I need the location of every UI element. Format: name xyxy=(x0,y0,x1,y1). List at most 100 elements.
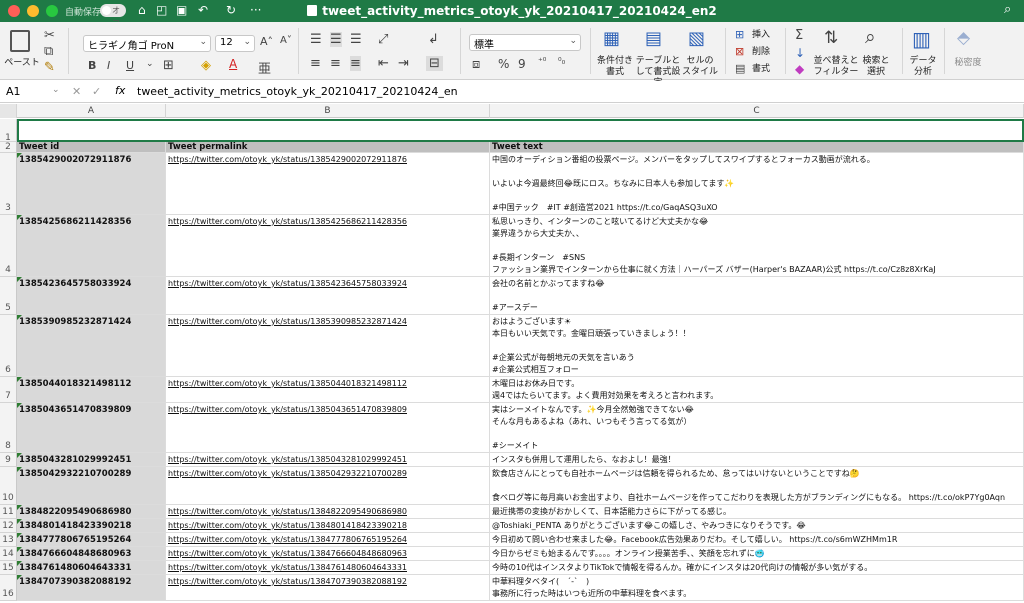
font-name-select[interactable]: ヒラギノ角ゴ ProN ⌄ xyxy=(83,35,211,52)
tweet-text-cell[interactable]: おはようございます☀ 本日もいい天気です。金曜日頑張っていきましょう！！ #企業公式… xyxy=(490,315,1024,377)
row-header[interactable]: 14 xyxy=(0,547,17,561)
name-box-dropdown-icon[interactable]: ⌄ xyxy=(52,85,60,95)
permalink-cell[interactable]: https://twitter.com/otoyk_yk/status/1384… xyxy=(166,547,490,561)
row-header[interactable]: 8 xyxy=(0,403,17,453)
select-all-button[interactable] xyxy=(0,104,17,118)
format-button[interactable]: 書式 xyxy=(752,64,770,75)
permalink-cell[interactable]: https://twitter.com/otoyk_yk/status/1385… xyxy=(166,377,490,403)
row-header[interactable]: 6 xyxy=(0,315,17,377)
column-header-b[interactable]: B xyxy=(166,104,490,118)
fill-color-icon[interactable]: ◈ xyxy=(201,58,211,73)
data-analysis-label[interactable]: データ 分析 xyxy=(906,56,940,78)
tweet-id-cell[interactable]: 1385044018321498112 xyxy=(17,377,166,403)
permalink-link[interactable]: https://twitter.com/otoyk_yk/status/1384… xyxy=(168,535,407,544)
row-header[interactable]: 4 xyxy=(0,215,17,277)
delete-button[interactable]: 削除 xyxy=(752,47,770,58)
italic-button[interactable]: I xyxy=(107,59,110,72)
insert-icon[interactable]: ⊞ xyxy=(735,28,744,41)
tweet-id-cell[interactable]: 1384761480604643331 xyxy=(17,561,166,575)
fill-icon[interactable]: ↓ xyxy=(795,46,805,60)
tweet-id-cell[interactable]: 1385429002072911876 xyxy=(17,153,166,215)
header-cell-permalink[interactable]: Tweet permalink xyxy=(166,142,490,153)
row-header[interactable]: 3 xyxy=(0,153,17,215)
permalink-link[interactable]: https://twitter.com/otoyk_yk/status/1385… xyxy=(168,317,407,326)
cell-style-icon[interactable]: ▧ xyxy=(688,28,705,49)
sensitivity-icon[interactable]: ⬘ xyxy=(957,28,970,48)
tweet-text-cell[interactable]: 実はシーメイトなんです。✨今月全然勉強できてない😂 そんな月もあるよね（あれ、いつ… xyxy=(490,403,1024,453)
tweet-text-cell[interactable]: @Toshiaki_PENTA ありがとうございます😂この嬉しさ、やみつきになり… xyxy=(490,519,1024,533)
cell-style-label[interactable]: セルの スタイル xyxy=(680,56,720,78)
row-header[interactable]: 11 xyxy=(0,505,17,519)
selected-cell-a1[interactable] xyxy=(17,119,1024,142)
permalink-cell[interactable]: https://twitter.com/otoyk_yk/status/1385… xyxy=(166,153,490,215)
increase-font-icon[interactable]: A˄ xyxy=(260,35,273,48)
align-center-icon[interactable]: ≡ xyxy=(330,56,341,71)
underline-button[interactable]: U xyxy=(126,59,134,72)
find-select-icon[interactable]: ⌕ xyxy=(865,26,876,48)
indent-decrease-icon[interactable]: ⇤ xyxy=(378,56,389,71)
font-color-icon[interactable]: A xyxy=(229,57,237,71)
table-format-icon[interactable]: ▤ xyxy=(645,28,662,49)
header-cell-text[interactable]: Tweet text xyxy=(490,142,1024,153)
borders-icon[interactable]: ⊞ xyxy=(163,58,174,73)
permalink-link[interactable]: https://twitter.com/otoyk_yk/status/1384… xyxy=(168,549,407,558)
permalink-link[interactable]: https://twitter.com/otoyk_yk/status/1384… xyxy=(168,521,407,530)
permalink-link[interactable]: https://twitter.com/otoyk_yk/status/1385… xyxy=(168,405,407,414)
permalink-cell[interactable]: https://twitter.com/otoyk_yk/status/1384… xyxy=(166,561,490,575)
permalink-cell[interactable]: https://twitter.com/otoyk_yk/status/1384… xyxy=(166,533,490,547)
permalink-cell[interactable]: https://twitter.com/otoyk_yk/status/1384… xyxy=(166,575,490,601)
autosum-icon[interactable]: Σ xyxy=(795,28,803,43)
cut-icon[interactable]: ✂ xyxy=(44,28,55,43)
tweet-id-cell[interactable]: 1385423645758033924 xyxy=(17,277,166,315)
tweet-id-cell[interactable]: 1384801418423390218 xyxy=(17,519,166,533)
tweet-text-cell[interactable]: インスタも併用して運用したら、なおよし！最強！ xyxy=(490,453,1024,467)
permalink-link[interactable]: https://twitter.com/otoyk_yk/status/1385… xyxy=(168,279,407,288)
wrap-text-icon[interactable]: ↲ xyxy=(428,32,439,47)
header-cell-tweet-id[interactable]: Tweet id xyxy=(17,142,166,153)
align-top-icon[interactable]: ☰ xyxy=(310,32,322,47)
name-box[interactable]: A1 xyxy=(6,85,21,98)
tweet-text-cell[interactable]: 最近携帯の変換がおかしくて、日本語能力さらに下がってる感じ。 xyxy=(490,505,1024,519)
permalink-link[interactable]: https://twitter.com/otoyk_yk/status/1384… xyxy=(168,577,407,586)
paste-icon[interactable] xyxy=(10,30,30,52)
percent-button[interactable]: % xyxy=(498,57,509,71)
row-header[interactable]: 2 xyxy=(0,142,17,153)
function-icon[interactable]: fx xyxy=(115,84,125,97)
format-painter-icon[interactable]: ✎ xyxy=(44,60,55,75)
tweet-text-cell[interactable]: 中国のオーディション番組の投票ページ。メンバーをタップしてスワイプするとフォーカ… xyxy=(490,153,1024,215)
tweet-id-cell[interactable]: 1384777806765195264 xyxy=(17,533,166,547)
permalink-link[interactable]: https://twitter.com/otoyk_yk/status/1384… xyxy=(168,507,407,516)
tweet-text-cell[interactable]: 木曜日はお休み日です。 週4ではたらいてます。よく費用対効果を考えろと言われます。 xyxy=(490,377,1024,403)
row-header[interactable]: 16 xyxy=(0,575,17,601)
row-header[interactable]: 10 xyxy=(0,467,17,505)
tweet-id-cell[interactable]: 1385043281029992451 xyxy=(17,453,166,467)
phonetic-icon[interactable]: 亜 xyxy=(258,58,271,77)
tweet-text-cell[interactable]: 飲食店さんにとっても自社ホームページは信頼を得られるため、怠ってはいけないという… xyxy=(490,467,1024,505)
tweet-id-cell[interactable]: 1385042932210700289 xyxy=(17,467,166,505)
insert-button[interactable]: 挿入 xyxy=(752,30,770,41)
permalink-cell[interactable]: https://twitter.com/otoyk_yk/status/1385… xyxy=(166,453,490,467)
decrease-font-icon[interactable]: A˅ xyxy=(280,35,292,46)
permalink-cell[interactable]: https://twitter.com/otoyk_yk/status/1385… xyxy=(166,403,490,453)
row-header[interactable]: 13 xyxy=(0,533,17,547)
row-header[interactable]: 15 xyxy=(0,561,17,575)
align-right-icon[interactable]: ≡ xyxy=(350,56,361,71)
permalink-link[interactable]: https://twitter.com/otoyk_yk/status/1384… xyxy=(168,563,407,572)
permalink-cell[interactable]: https://twitter.com/otoyk_yk/status/1385… xyxy=(166,215,490,277)
row-header[interactable]: 12 xyxy=(0,519,17,533)
sort-filter-label[interactable]: 並べ替えと フィルター xyxy=(812,56,860,78)
tweet-id-cell[interactable]: 1385390985232871424 xyxy=(17,315,166,377)
permalink-cell[interactable]: https://twitter.com/otoyk_yk/status/1385… xyxy=(166,467,490,505)
tweet-text-cell[interactable]: 今時の10代はインスタよりTikTokで情報を得るんか。確かにインスタは20代向… xyxy=(490,561,1024,575)
column-header-a[interactable]: A xyxy=(17,104,166,118)
permalink-cell[interactable]: https://twitter.com/otoyk_yk/status/1385… xyxy=(166,277,490,315)
permalink-cell[interactable]: https://twitter.com/otoyk_yk/status/1384… xyxy=(166,505,490,519)
permalink-cell[interactable]: https://twitter.com/otoyk_yk/status/1385… xyxy=(166,315,490,377)
tweet-text-cell[interactable]: 今日初めて問い合わせ来ました😂。Facebook広告効果ありだわ。そして嬉しい。… xyxy=(490,533,1024,547)
row-header[interactable]: 9 xyxy=(0,453,17,467)
row-header[interactable]: 1 xyxy=(0,119,17,143)
confirm-entry-icon[interactable]: ✓ xyxy=(92,85,101,98)
permalink-link[interactable]: https://twitter.com/otoyk_yk/status/1385… xyxy=(168,379,407,388)
cancel-entry-icon[interactable]: ✕ xyxy=(72,85,81,98)
increase-decimal-icon[interactable]: ⁺⁰ xyxy=(538,57,546,67)
